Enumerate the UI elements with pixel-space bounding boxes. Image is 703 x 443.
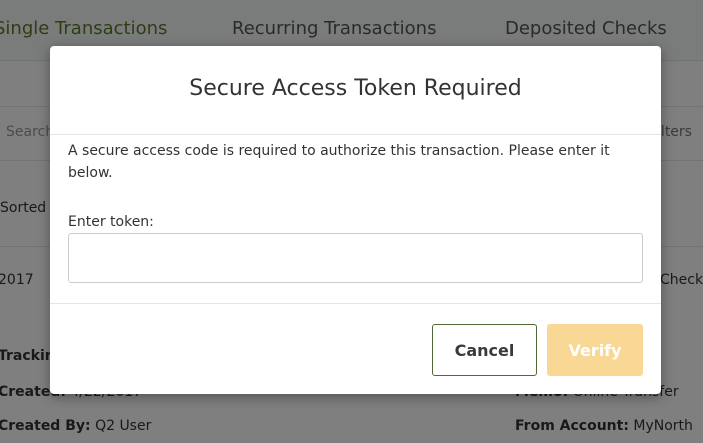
page: Single Transactions Recurring Transactio… — [0, 0, 703, 443]
cancel-button[interactable]: Cancel — [432, 324, 537, 376]
token-input[interactable] — [68, 233, 643, 283]
dialog-header: Secure Access Token Required — [50, 46, 661, 135]
dialog-footer-divider — [50, 303, 661, 304]
verify-button[interactable]: Verify — [547, 324, 643, 376]
secure-token-dialog: Secure Access Token Required A secure ac… — [50, 46, 661, 394]
token-label: Enter token: — [68, 214, 154, 230]
dialog-title: Secure Access Token Required — [189, 76, 522, 101]
dialog-message: A secure access code is required to auth… — [68, 143, 610, 181]
